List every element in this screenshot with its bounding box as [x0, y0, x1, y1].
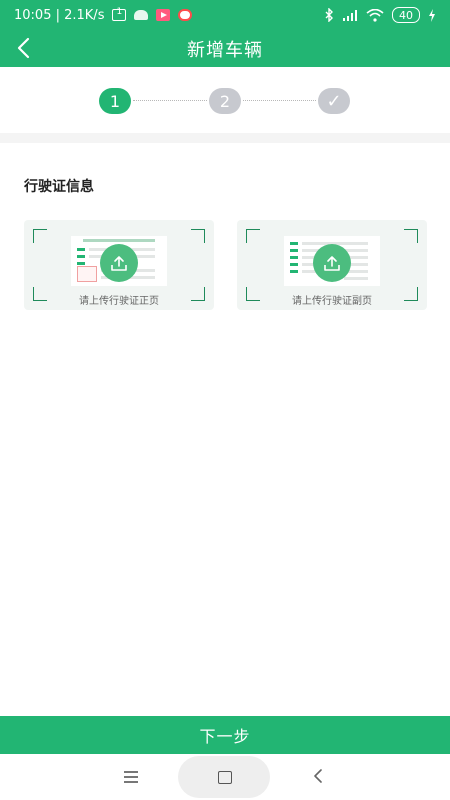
doc-line [290, 256, 298, 259]
status-bar: 10:05 | 2.1K/s 40 [0, 0, 450, 30]
doc-line [77, 262, 85, 265]
sim-notification-icon [112, 7, 127, 21]
video-app-notification-icon [156, 9, 171, 21]
step-2-indicator: 2 [209, 88, 241, 114]
upload-front-label: 请上传行驶证正页 [79, 296, 159, 307]
section-divider [0, 133, 450, 143]
upload-arrow-icon [324, 256, 340, 271]
status-right: 40 [324, 7, 436, 23]
upload-icon[interactable] [100, 244, 138, 282]
home-button[interactable] [178, 756, 270, 798]
app-header: 新增车辆 [0, 30, 450, 67]
page-title: 新增车辆 [187, 39, 263, 61]
doc-line [290, 270, 298, 273]
step-connector [133, 100, 207, 101]
upload-back-label: 请上传行驶证副页 [292, 296, 372, 307]
next-step-button[interactable]: 下一步 [0, 716, 450, 754]
progress-stepper: 1 2 ✓ [0, 67, 450, 133]
android-notification-icon [134, 10, 149, 20]
step-complete-indicator: ✓ [318, 88, 350, 114]
back-arrow-icon[interactable] [14, 36, 36, 60]
frame-corner [33, 229, 47, 243]
frame-corner [246, 229, 260, 243]
step-1-indicator: 1 [99, 88, 131, 114]
doc-line [344, 277, 368, 280]
upload-icon[interactable] [313, 244, 351, 282]
status-time-speed: 10:05 | 2.1K/s [14, 7, 105, 23]
battery-indicator: 40 [392, 7, 420, 23]
upload-back-card[interactable]: 请上传行驶证副页 [237, 220, 427, 310]
frame-corner [404, 229, 418, 243]
doc-line [77, 248, 85, 251]
section-title: 行驶证信息 [24, 179, 94, 195]
license-title-bar [83, 239, 155, 242]
charging-icon [429, 8, 435, 22]
upload-front-card[interactable]: 请上传行驶证正页 [24, 220, 214, 310]
frame-corner [191, 229, 205, 243]
stamp-mark [77, 266, 97, 282]
recent-apps-icon[interactable] [124, 771, 138, 783]
app-notification-icon [178, 9, 193, 21]
bluetooth-icon [325, 8, 333, 22]
system-nav-bar [0, 754, 450, 800]
doc-line [290, 263, 298, 266]
step-connector [243, 100, 316, 101]
upload-arrow-icon [111, 256, 127, 271]
status-left: 10:05 | 2.1K/s [14, 7, 193, 23]
doc-line [290, 249, 298, 252]
wifi-icon [366, 8, 384, 22]
signal-icon [343, 10, 357, 21]
doc-line [290, 242, 298, 245]
system-back-icon[interactable] [312, 769, 324, 783]
doc-line [77, 255, 85, 258]
